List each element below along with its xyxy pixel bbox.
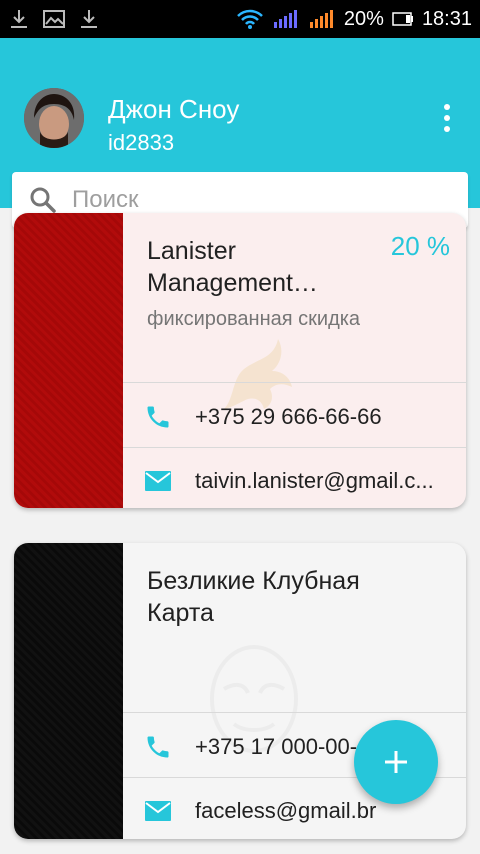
phone-icon bbox=[143, 402, 173, 432]
avatar[interactable] bbox=[24, 88, 84, 148]
wifi-icon bbox=[236, 8, 264, 30]
signal-icon bbox=[308, 8, 336, 30]
divider bbox=[123, 447, 466, 448]
user-name: Джон Сноу bbox=[108, 94, 240, 124]
email-row[interactable]: taivin.lanister@gmail.c... bbox=[123, 449, 466, 508]
battery-icon bbox=[392, 11, 414, 27]
download-icon bbox=[78, 8, 100, 30]
discount-card[interactable]: Lanister Management… 20 % фиксированная … bbox=[14, 213, 466, 508]
card-title: Безликие Клубная Карта bbox=[147, 567, 360, 627]
phone-icon bbox=[143, 732, 173, 762]
search-icon bbox=[28, 185, 58, 215]
card-title: Lanister Management… bbox=[147, 237, 318, 297]
search-input[interactable] bbox=[72, 186, 412, 214]
divider bbox=[123, 712, 466, 713]
card-subtitle: фиксированная скидка bbox=[147, 308, 361, 330]
phone-number: +375 29 666-66-66 bbox=[195, 404, 382, 429]
image-icon bbox=[42, 8, 66, 30]
clock: 18:31 bbox=[421, 7, 472, 30]
email-icon bbox=[143, 466, 173, 496]
discount-value: 20 % bbox=[390, 231, 450, 261]
email-address: faceless@gmail.br bbox=[195, 798, 377, 823]
plus-icon bbox=[385, 751, 407, 773]
more-vert-icon[interactable] bbox=[432, 98, 462, 138]
card-cover-image bbox=[14, 213, 123, 508]
app-header: Джон Сноу id2833 bbox=[0, 38, 480, 228]
divider bbox=[123, 382, 466, 383]
user-id: id2833 bbox=[108, 130, 175, 155]
add-card-button[interactable] bbox=[354, 720, 438, 804]
card-cover-image bbox=[14, 543, 123, 839]
email-address: taivin.lanister@gmail.c... bbox=[195, 468, 434, 493]
battery-percent: 20% bbox=[343, 7, 384, 30]
phone-row[interactable]: +375 29 666-66-66 bbox=[123, 385, 466, 449]
phone-number: +375 17 000-00- bbox=[195, 734, 358, 759]
download-icon bbox=[8, 8, 30, 30]
status-bar: 20% 18:31 bbox=[0, 0, 480, 38]
signal-icon bbox=[272, 8, 300, 30]
email-icon bbox=[143, 796, 173, 826]
